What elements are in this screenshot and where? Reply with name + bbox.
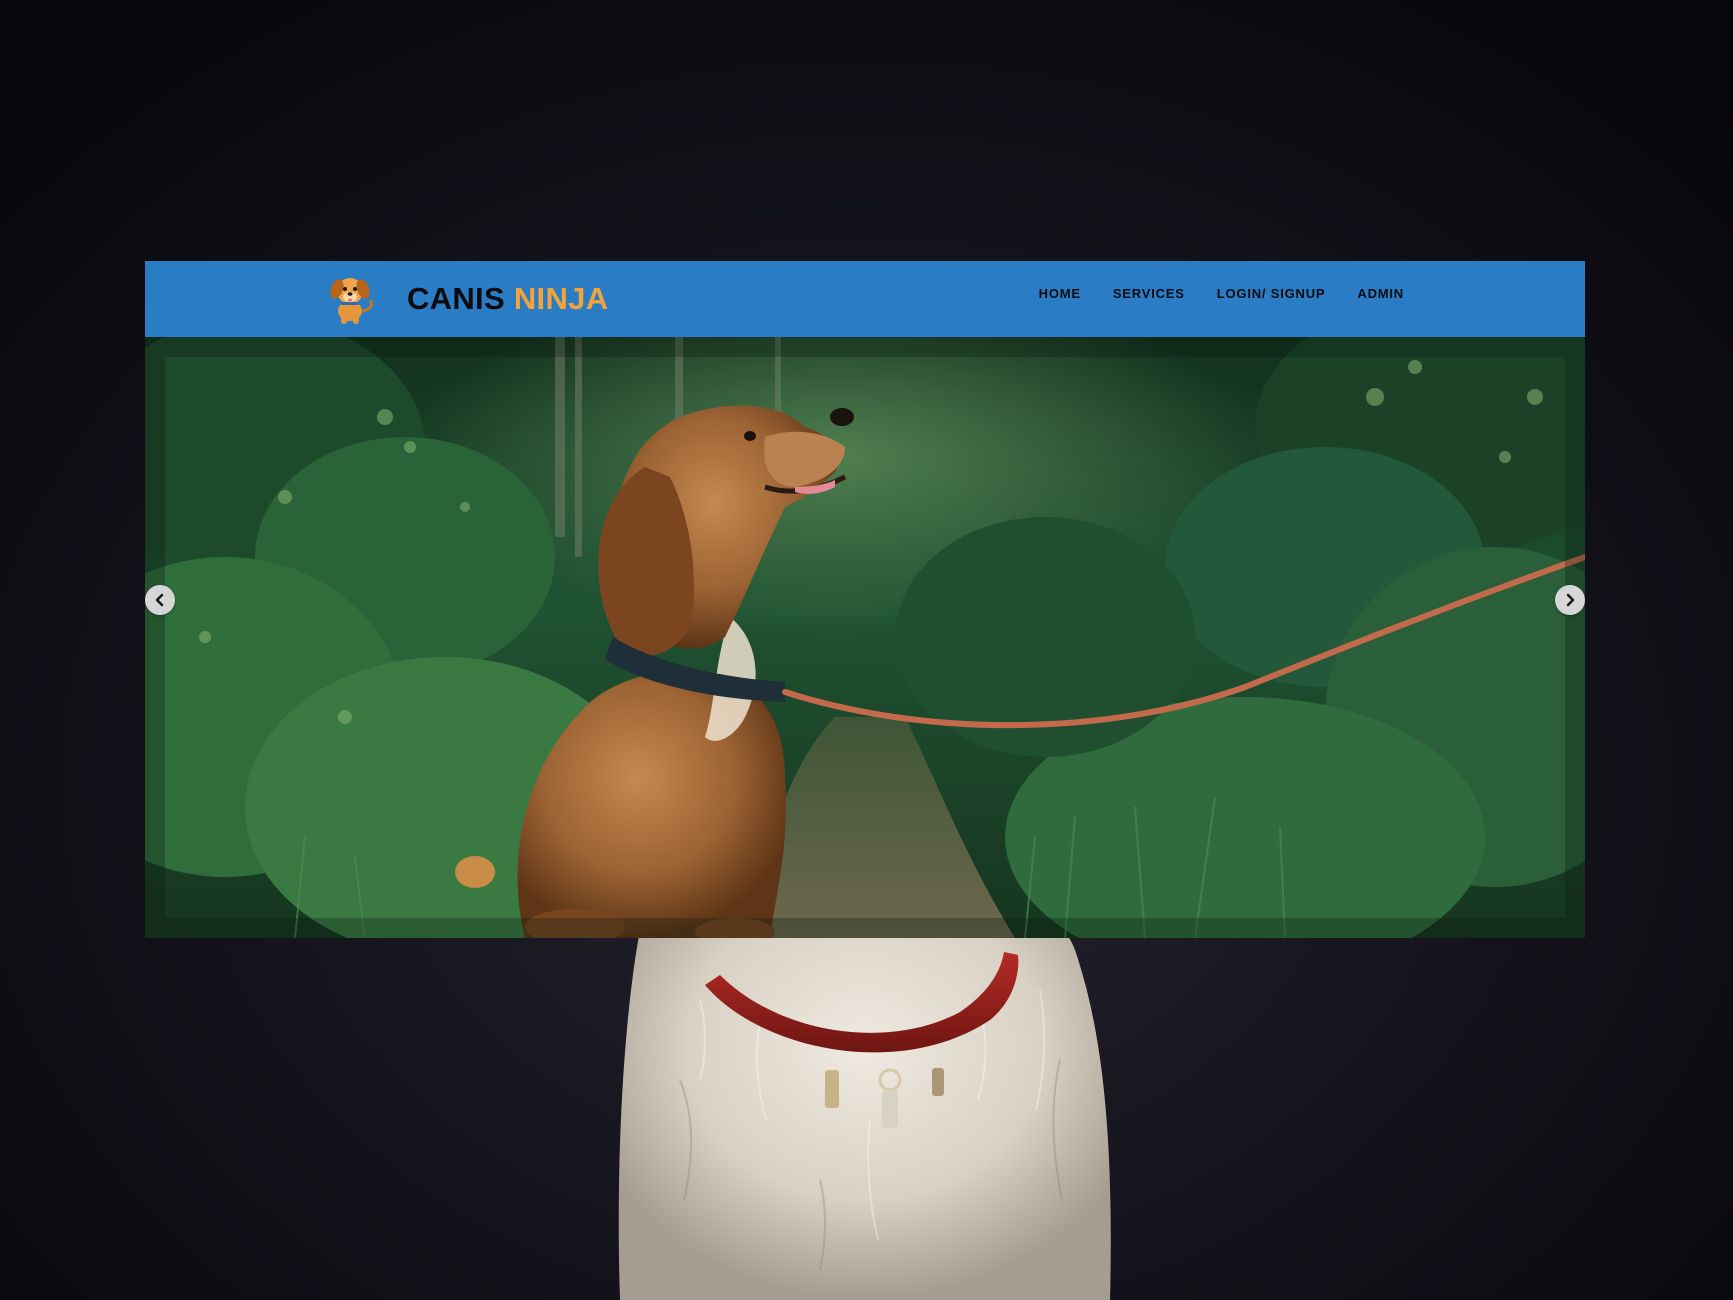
brand[interactable]: CANIS NINJA [323, 271, 608, 327]
chevron-left-icon [155, 593, 164, 607]
brand-name: CANIS NINJA [407, 281, 608, 317]
nav-link-admin[interactable]: ADMIN [1357, 286, 1404, 301]
nav-link-login-signup[interactable]: LOGIN/ SIGNUP [1217, 286, 1326, 301]
main-nav: HOME SERVICES LOGIN/ SIGNUP ADMIN [1039, 261, 1404, 325]
hero-carousel [145, 337, 1585, 938]
puppy-icon [330, 278, 373, 324]
chevron-right-icon [1566, 593, 1575, 607]
website-frame: CANIS NINJA HOME SERVICES LOGIN/ SIGNUP … [145, 261, 1585, 938]
nav-link-services[interactable]: SERVICES [1113, 286, 1185, 301]
brand-name-part2: NINJA [513, 281, 609, 316]
carousel-prev-button[interactable] [145, 585, 175, 615]
carousel-next-button[interactable] [1555, 585, 1585, 615]
nav-link-home[interactable]: HOME [1039, 286, 1081, 301]
brand-name-part1: CANIS [407, 281, 505, 316]
carousel-slide-image [145, 337, 1585, 938]
navbar: CANIS NINJA HOME SERVICES LOGIN/ SIGNUP … [145, 261, 1585, 337]
